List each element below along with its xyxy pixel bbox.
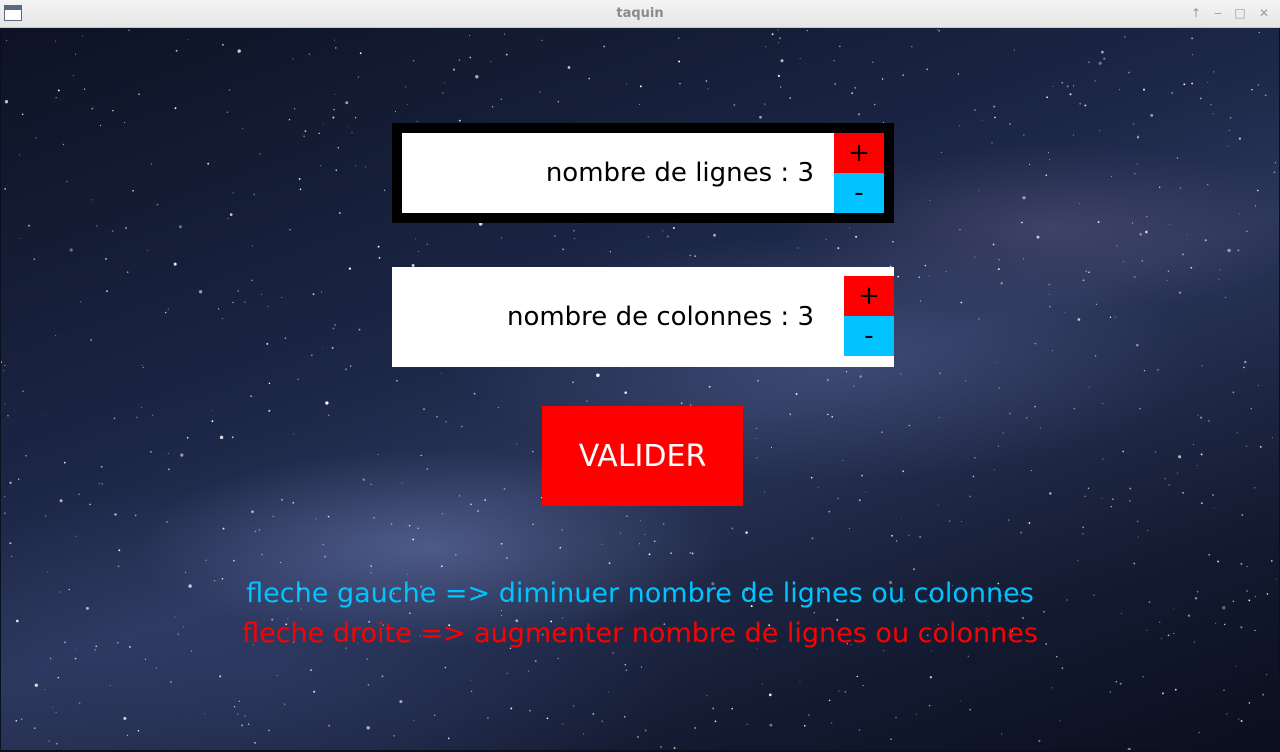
rows-setting-label: nombre de lignes : 3: [545, 158, 814, 188]
cols-increase-button[interactable]: +: [844, 276, 894, 316]
hint-right-arrow: fleche droite => augmenter nombre de lig…: [242, 618, 1038, 649]
cols-setting-label: nombre de colonnes : 3: [506, 302, 814, 332]
rows-setting-panel: nombre de lignes : 3 + -: [392, 123, 894, 223]
cols-setting-panel: + - nombre de colonnes : 3: [392, 267, 894, 367]
game-canvas: nombre de lignes : 3 + - + - nombre de c…: [1, 28, 1279, 750]
hint-left-arrow: fleche gauche => diminuer nombre de lign…: [246, 578, 1034, 609]
minimize-icon[interactable]: ‒: [1210, 5, 1226, 21]
maximize-icon[interactable]: □: [1232, 5, 1248, 21]
keep-above-icon[interactable]: ↑: [1188, 5, 1204, 21]
window-titlebar: taquin ↑ ‒ □ ✕: [0, 0, 1280, 28]
rows-increase-button[interactable]: +: [834, 133, 884, 173]
close-icon[interactable]: ✕: [1256, 5, 1272, 21]
rows-decrease-button[interactable]: -: [834, 173, 884, 213]
cols-decrease-button[interactable]: -: [844, 316, 894, 356]
validate-button[interactable]: VALIDER: [542, 406, 743, 506]
window-title: taquin: [616, 6, 664, 21]
